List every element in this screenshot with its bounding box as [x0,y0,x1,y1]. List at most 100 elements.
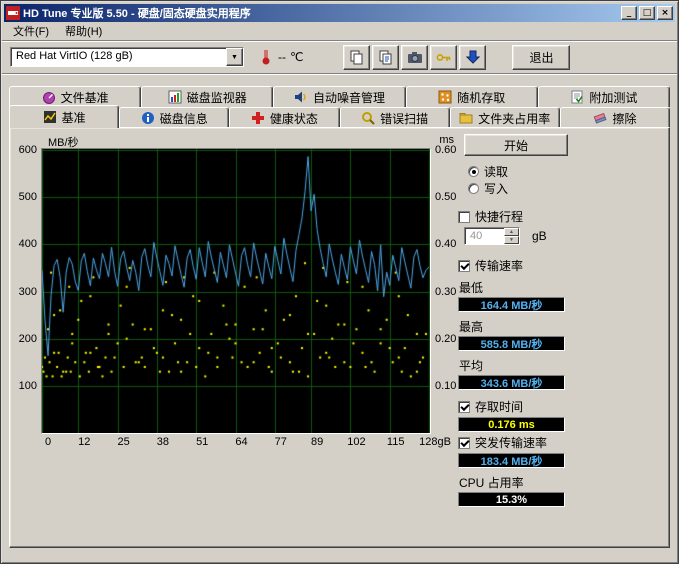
save-results-button[interactable] [459,45,486,70]
copy-text-icon [378,50,393,65]
read-radio-circle [468,166,479,177]
tab-folder-usage[interactable]: 文件夹占用率 [450,107,560,128]
tab-label: 附加测试 [589,89,637,106]
short-stroke-label: 快捷行程 [475,208,523,225]
tab-label: 文件夹占用率 [478,110,550,127]
chevron-down-icon[interactable]: ▼ [226,48,243,66]
access-time-checkbox[interactable]: 存取时间 [458,399,578,414]
transfer-rate-checkbox-box [458,260,470,272]
maximize-button[interactable]: □ [639,6,655,20]
tab-erase[interactable]: 擦除 [560,107,670,128]
menu-bar: 文件(F) 帮助(H) [2,22,677,41]
tab-label: 擦除 [612,110,636,127]
tab-row-lower: 基准 磁盘信息 健康状态 错 [9,107,670,128]
health-cross-icon [251,111,265,125]
y-right-tick: 0.40 [435,238,456,250]
benchmark-chart [42,149,430,433]
checklist-icon [570,90,584,104]
burst-rate-label: 突发传输速率 [475,434,547,451]
tab-control: 文件基准 磁盘监视器 自动噪音管理 [9,86,670,548]
y-right-tick: 0.60 [435,144,456,156]
x-tick: 12 [78,436,90,448]
write-radio[interactable]: 写入 [468,181,578,196]
x-tick: 115 [387,436,405,448]
register-button[interactable] [430,45,457,70]
max-label: 最高 [459,318,578,335]
transfer-rate-checkbox[interactable]: 传输速率 [458,258,578,273]
minimize-button[interactable]: _ [621,6,637,20]
toolbar-icon-group [343,45,486,70]
close-button[interactable]: × [657,6,673,20]
y-left-tick: 400 [19,238,37,250]
y-right-tick: 0.50 [435,191,456,203]
key-icon [436,50,452,65]
right-axis-ticks: 0.100.200.300.400.500.60 [431,148,454,434]
thermometer-icon [258,48,274,66]
tab-random-access[interactable]: 随机存取 [406,86,538,107]
menu-help[interactable]: 帮助(H) [57,21,110,41]
burst-rate-checkbox[interactable]: 突发传输速率 [458,435,578,450]
folder-icon [459,111,473,125]
menu-file[interactable]: 文件(F) [5,21,57,41]
tab-acoustic-management[interactable]: 自动噪音管理 [273,86,405,107]
x-tick: 38 [157,436,169,448]
exit-button[interactable]: 退出 [512,45,570,70]
left-axis-label: MB/秒 [48,134,79,150]
tab-benchmark[interactable]: 基准 [9,105,119,128]
avg-value-box: 343.6 MB/秒 [458,375,565,390]
window-title: HD Tune 专业版 5.50 - 硬盘/固态硬盘实用程序 [23,5,619,21]
tab-label: 健康状态 [270,110,318,127]
info-icon [141,111,155,125]
tab-label: 自动噪音管理 [313,89,385,106]
tab-file-benchmark[interactable]: 文件基准 [9,86,141,107]
short-stroke-checkbox-box [458,211,470,223]
tab-error-scan[interactable]: 错误扫描 [340,107,450,128]
y-right-tick: 0.30 [435,286,456,298]
y-right-tick: 0.20 [435,333,456,345]
cpu-usage-label: CPU 占用率 [459,474,578,491]
benchmark-page: MB/秒 ms 100200300400500600 0.100.200.300… [9,127,670,548]
y-left-tick: 100 [19,380,37,392]
access-time-label: 存取时间 [475,398,523,415]
tab-health[interactable]: 健康状态 [229,107,339,128]
read-radio[interactable]: 读取 [468,164,578,179]
temperature-unit: ℃ [290,50,303,64]
screenshot-button[interactable] [401,45,428,70]
drive-select-combo[interactable]: Red Hat VirtIO (128 gB) ▼ [10,47,244,67]
x-tick: 128gB [419,436,451,448]
min-label: 最低 [459,279,578,296]
y-left-tick: 300 [19,286,37,298]
hd-tune-window: HD Tune 专业版 5.50 - 硬盘/固态硬盘实用程序 _ □ × 文件(… [0,0,679,564]
copy-text-button[interactable] [372,45,399,70]
tab-row-upper: 文件基准 磁盘监视器 自动噪音管理 [9,86,670,107]
x-axis-ticks: 012253851647789102115128gB [48,434,438,449]
y-right-tick: 0.10 [435,380,456,392]
read-radio-label: 读取 [484,163,508,180]
access-time-value: 0.176 ms [488,419,534,431]
tab-label: 随机存取 [457,89,505,106]
min-value-box: 164.4 MB/秒 [458,297,565,312]
camera-icon [407,50,423,65]
max-value: 585.8 MB/秒 [481,336,543,352]
tab-label: 磁盘信息 [160,110,208,127]
short-stroke-value: 40 [465,228,504,244]
axis-headers: MB/秒 ms [18,132,454,148]
short-stroke-unit: gB [532,229,547,243]
min-value: 164.4 MB/秒 [481,297,543,313]
tab-disk-monitor[interactable]: 磁盘监视器 [141,86,273,107]
tab-extra-tests[interactable]: 附加测试 [538,86,670,107]
x-tick: 77 [275,436,287,448]
short-stroke-checkbox[interactable]: 快捷行程 [458,209,578,224]
write-radio-label: 写入 [484,180,508,197]
tab-disk-info[interactable]: 磁盘信息 [119,107,229,128]
copy-image-button[interactable] [343,45,370,70]
start-button[interactable]: 开始 [464,134,568,156]
spinner-buttons[interactable]: ▲▼ [504,228,519,244]
short-stroke-input[interactable]: 40 ▲▼ [464,227,520,245]
spin-up-icon: ▲ [504,228,519,236]
x-tick: 0 [45,436,51,448]
access-time-checkbox-box [458,401,470,413]
speaker-icon [294,90,308,104]
burst-rate-value-box: 183.4 MB/秒 [458,453,565,468]
app-icon [6,6,20,20]
